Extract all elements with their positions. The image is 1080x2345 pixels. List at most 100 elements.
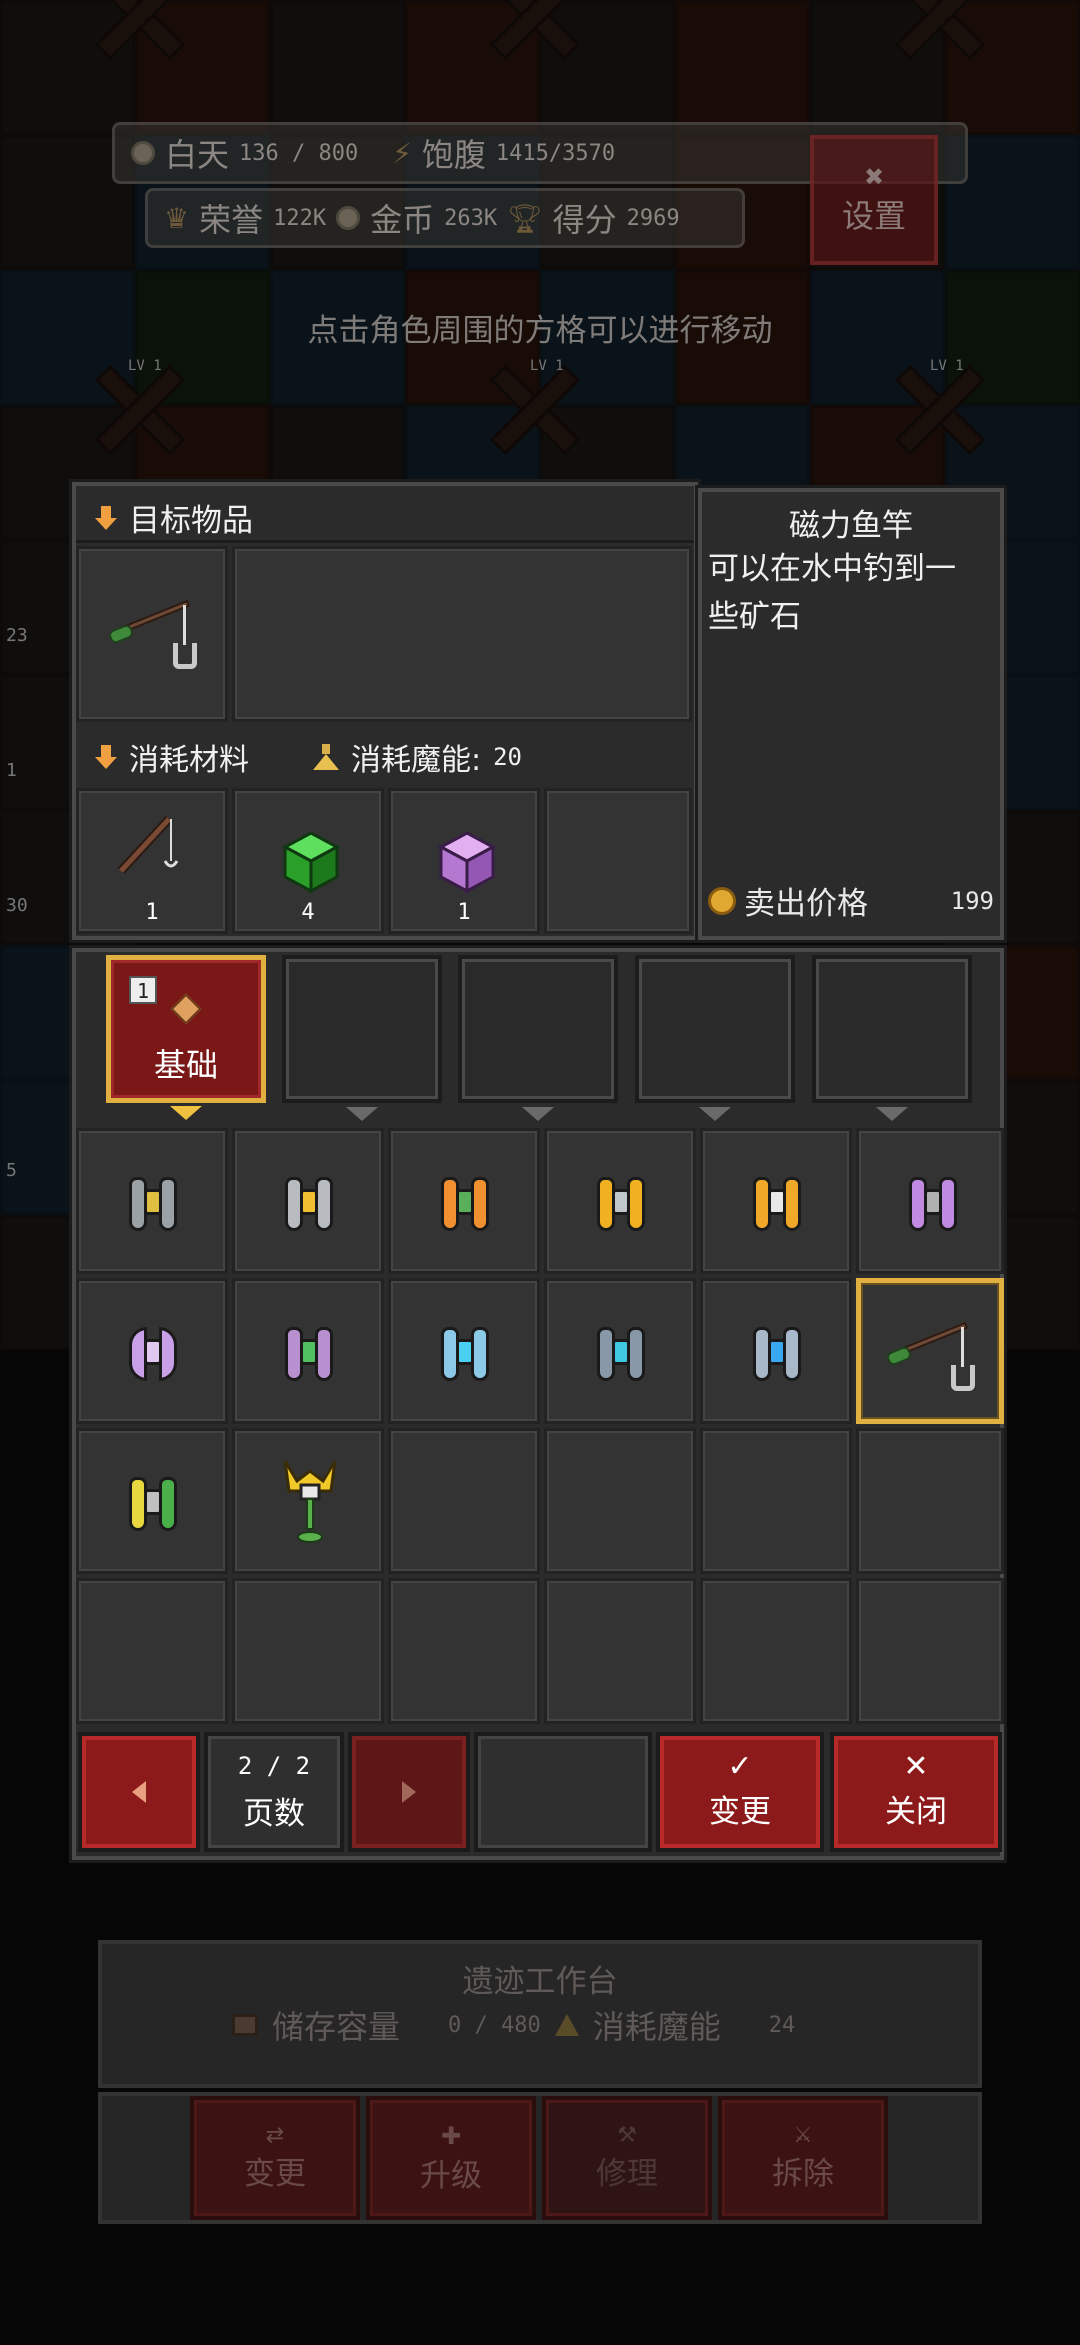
- swap-icon: ⇄: [265, 2123, 285, 2148]
- hunger-label: 饱腹: [421, 136, 486, 174]
- material-slot[interactable]: 1: [76, 788, 228, 934]
- next-page-button[interactable]: [348, 1732, 470, 1852]
- material-slot[interactable]: 1: [388, 788, 540, 934]
- sell-price-value: 199: [950, 886, 994, 915]
- side-badge: 30: [6, 895, 28, 916]
- flask-icon: [313, 744, 339, 770]
- energy-label: 消耗魔能:: [351, 743, 482, 778]
- workbench-dismantle-label: 拆除: [772, 2156, 834, 2192]
- sell-price-label: 卖出价格: [744, 886, 868, 922]
- target-item-slot[interactable]: [76, 546, 228, 722]
- crown-icon: ♛: [164, 201, 190, 235]
- recipe-tab-empty[interactable]: [458, 955, 618, 1121]
- energy-value: 20: [493, 743, 523, 771]
- tab-label: 基础: [153, 1046, 218, 1084]
- recipe-tab-empty[interactable]: [812, 955, 972, 1121]
- recipe-slot-empty[interactable]: [856, 1428, 1004, 1574]
- recipe-slot-empty[interactable]: [544, 1578, 696, 1724]
- armor-silver-gold-icon: [279, 1171, 339, 1237]
- chevron-right-icon: [402, 1781, 416, 1803]
- storage-label: 储存容量: [272, 2008, 401, 2046]
- workbench-repair-button[interactable]: ⚒ 修理: [542, 2096, 712, 2220]
- close-button[interactable]: ✕ 关闭: [830, 1732, 1002, 1852]
- workbench-upgrade-button[interactable]: ✚ 升级: [366, 2096, 536, 2220]
- armor-yellow-green-icon: [123, 1471, 183, 1537]
- gold-value: 263K: [444, 205, 498, 231]
- storage-value: 0 / 480: [448, 2012, 541, 2038]
- workbench-title: 遗迹工作台: [462, 1964, 618, 2000]
- material-count: 1: [145, 900, 159, 925]
- workbench-change-label: 变更: [244, 2156, 306, 2192]
- day-progress: 136 / 800: [239, 140, 359, 166]
- chevron-left-icon: [132, 1781, 146, 1803]
- prev-page-button[interactable]: [78, 1732, 200, 1852]
- movement-hint: 点击角色周围的方格可以进行移动: [307, 313, 773, 349]
- recipe-slot-empty[interactable]: [232, 1578, 384, 1724]
- ring-purple-icon: [123, 1321, 183, 1387]
- target-item-title: 目标物品: [129, 503, 253, 539]
- side-badge: 23: [6, 625, 28, 646]
- recipe-slot[interactable]: [232, 1428, 384, 1574]
- recipe-slot[interactable]: [76, 1128, 228, 1274]
- armor-purple-icon: [903, 1171, 963, 1237]
- recipe-slot[interactable]: [544, 1128, 696, 1274]
- arrow-down-icon: [95, 745, 117, 769]
- side-badge: 1: [6, 760, 17, 781]
- armor-silver-cyan-icon: [747, 1321, 807, 1387]
- recipe-slot[interactable]: [232, 1128, 384, 1274]
- green-cube-icon: [281, 831, 341, 894]
- scepter-icon: [283, 1460, 337, 1543]
- gold-coin-icon: [708, 886, 736, 915]
- armor-gold-white-icon: [747, 1171, 807, 1237]
- recipe-slot[interactable]: [232, 1278, 384, 1424]
- divider: [76, 540, 694, 543]
- recipe-tab-basic[interactable]: 1 基础: [106, 955, 266, 1120]
- close-label: 关闭: [885, 1793, 947, 1830]
- armor-gold-icon: [591, 1171, 651, 1237]
- check-icon: ✓: [727, 1748, 753, 1784]
- materials-title: 消耗材料: [129, 743, 249, 778]
- honor-label: 荣誉: [199, 201, 264, 239]
- day-label: 白天: [165, 136, 230, 174]
- wrench-icon: ✖: [863, 163, 885, 191]
- workbench-energy-value: 24: [768, 2012, 796, 2038]
- recipe-slot[interactable]: [76, 1428, 228, 1574]
- purple-cube-icon: [437, 831, 497, 894]
- recipe-slot[interactable]: [544, 1278, 696, 1424]
- target-extra-slot: [232, 546, 692, 722]
- material-slot[interactable]: 4: [232, 788, 384, 934]
- magnet-fishing-rod-icon: [885, 1321, 975, 1393]
- honor-value: 122K: [273, 205, 327, 231]
- armor-purple-green-icon: [279, 1321, 339, 1387]
- recipe-tab-empty[interactable]: [282, 955, 442, 1121]
- recipe-slot[interactable]: [856, 1128, 1004, 1274]
- gold-label: 金币: [370, 201, 435, 239]
- recipe-slot-empty[interactable]: [856, 1578, 1004, 1724]
- recipe-slot[interactable]: [700, 1278, 852, 1424]
- page-indicator: 2 / 2 页数: [204, 1732, 344, 1852]
- change-label: 变更: [709, 1793, 771, 1830]
- recipe-slot[interactable]: [388, 1128, 540, 1274]
- chest-icon: [232, 2014, 258, 2036]
- recipe-slot-empty[interactable]: [388, 1578, 540, 1724]
- hunger-icon: ⚡: [392, 136, 412, 170]
- recipe-tab-empty[interactable]: [635, 955, 795, 1121]
- recipe-slot-empty[interactable]: [388, 1428, 540, 1574]
- recipe-slot[interactable]: [388, 1278, 540, 1424]
- armor-steel-icon: [591, 1321, 651, 1387]
- material-slot-empty[interactable]: [544, 788, 692, 934]
- recipe-slot-selected[interactable]: [856, 1278, 1004, 1424]
- level-tag: LV 1: [128, 358, 162, 374]
- workbench-dismantle-button[interactable]: ⚔ 拆除: [718, 2096, 888, 2220]
- recipe-slot-empty[interactable]: [700, 1428, 852, 1574]
- recipe-slot-empty[interactable]: [76, 1578, 228, 1724]
- recipe-slot[interactable]: [76, 1278, 228, 1424]
- score-label: 得分: [552, 201, 617, 239]
- settings-button[interactable]: ✖ 设置: [810, 135, 938, 265]
- recipe-slot[interactable]: [700, 1128, 852, 1274]
- workbench-change-button[interactable]: ⇄ 变更: [190, 2096, 360, 2220]
- recipe-slot-empty[interactable]: [700, 1578, 852, 1724]
- change-button[interactable]: ✓ 变更: [656, 1732, 824, 1852]
- armor-orange-green-icon: [435, 1171, 495, 1237]
- recipe-slot-empty[interactable]: [544, 1428, 696, 1574]
